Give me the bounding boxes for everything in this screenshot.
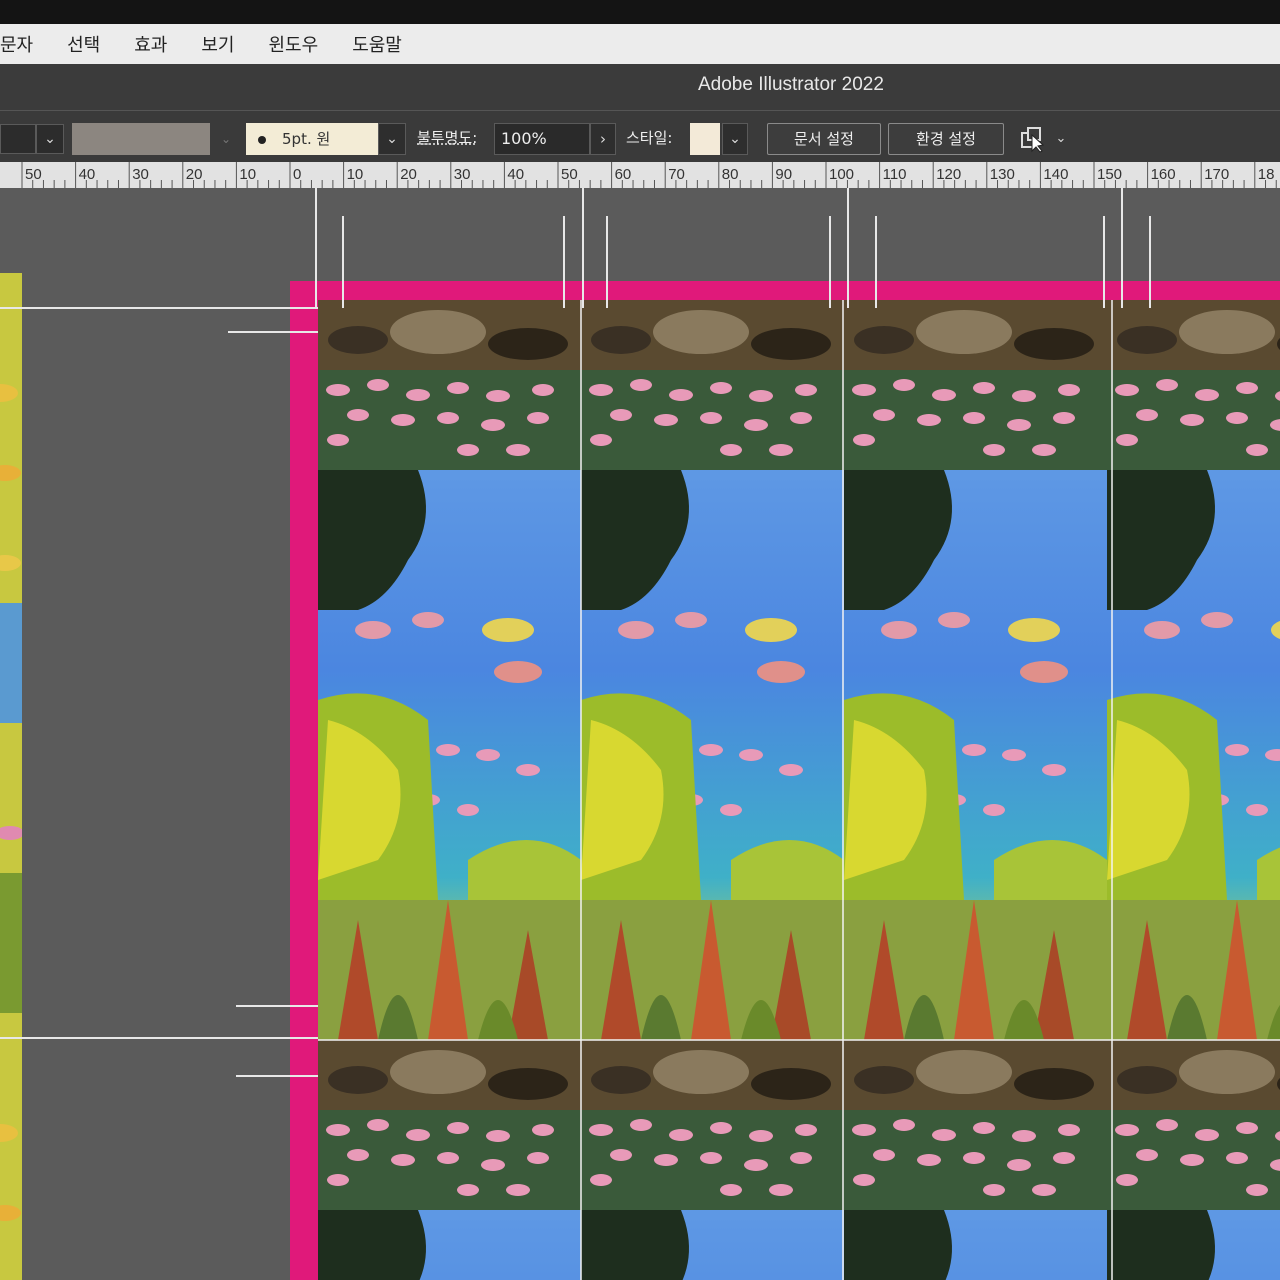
ruler-label: 30: [454, 166, 471, 183]
fill-dropdown[interactable]: [0, 124, 36, 154]
ruler-label: 0: [293, 166, 301, 183]
menu-bar: 문자 선택 효과 보기 윈도우 도움말: [0, 24, 1280, 64]
ruler-label: 50: [25, 166, 42, 183]
stroke-chevron-down-icon[interactable]: ⌄: [214, 123, 238, 155]
ruler-label: 20: [400, 166, 417, 183]
style-chevron-down-icon[interactable]: ⌄: [722, 123, 748, 155]
canvas-area[interactable]: [0, 188, 1280, 1280]
left-artboard-image: [0, 273, 22, 1280]
arrange-documents-icon[interactable]: [1018, 125, 1050, 153]
ruler-label: 170: [1204, 166, 1229, 183]
ruler-label: 160: [1151, 166, 1176, 183]
arrange-chevron-down-icon[interactable]: ⌄: [1052, 125, 1070, 153]
pattern-artwork: [318, 300, 1280, 1280]
document-setup-button[interactable]: 문서 설정: [767, 123, 881, 155]
brush-label: 5pt. 원: [282, 130, 331, 148]
stroke-weight-field[interactable]: [72, 123, 210, 155]
ruler-label: 110: [883, 166, 907, 183]
ruler-label: 40: [507, 166, 524, 183]
window-title: Adobe Illustrator 2022: [698, 74, 884, 95]
fill-dropdown-chevron-down-icon[interactable]: ⌄: [36, 124, 64, 154]
ruler-label: 120: [936, 166, 961, 183]
ruler-label: 80: [722, 166, 739, 183]
ruler-label: 70: [668, 166, 685, 183]
brush-chevron-down-icon[interactable]: ⌄: [378, 123, 406, 155]
ruler-label: 90: [775, 166, 792, 183]
ruler-label: 10: [347, 166, 364, 183]
artwork: [0, 188, 1280, 1280]
ruler-label: 150: [1097, 166, 1122, 183]
opacity-chevron-right-icon[interactable]: ›: [590, 123, 616, 155]
ruler-label: 100: [829, 166, 854, 183]
menu-window[interactable]: 윈도우: [269, 31, 319, 57]
ruler-label: 50: [561, 166, 578, 183]
menu-type[interactable]: 문자: [0, 31, 33, 57]
graphic-style-swatch[interactable]: [690, 123, 720, 155]
ruler-label: 40: [79, 166, 96, 183]
ruler-label: 140: [1043, 166, 1068, 183]
opacity-label[interactable]: 불투명도:: [417, 127, 477, 148]
opacity-input[interactable]: 100%: [494, 123, 590, 155]
ruler-label: 10: [239, 166, 256, 183]
ruler-label: 20: [186, 166, 203, 183]
title-bar: Adobe Illustrator 2022: [0, 64, 1280, 111]
ruler-label: 30: [132, 166, 149, 183]
menu-select[interactable]: 선택: [67, 31, 100, 57]
ruler-ticks: 50 40 30 20 10 0 10 20 30 40 50 60 70 80 90 100 110 120 13…: [21, 162, 1277, 188]
ruler-label: 130: [990, 166, 1015, 183]
control-bar: ⌄ ⌄ 5pt. 원 ⌄ 불투명도: 100% › 스타일: ⌄ 문서 설정 환…: [0, 110, 1280, 163]
menu-effect[interactable]: 효과: [134, 31, 167, 57]
horizontal-ruler[interactable]: 50 40 30 20 10 0 10 20 30 40 50 60 70 80 90 100 110 120 13…: [0, 162, 1280, 189]
preferences-button[interactable]: 환경 설정: [888, 123, 1004, 155]
brush-definition-field[interactable]: 5pt. 원: [246, 123, 378, 155]
style-label: 스타일:: [626, 129, 673, 147]
monitor-bezel: [0, 0, 1280, 24]
ruler-label: 60: [615, 166, 632, 183]
brush-dot-icon: [258, 135, 266, 144]
ruler-label: 18: [1258, 166, 1275, 183]
menu-help[interactable]: 도움말: [352, 31, 402, 57]
menu-view[interactable]: 보기: [201, 31, 234, 57]
